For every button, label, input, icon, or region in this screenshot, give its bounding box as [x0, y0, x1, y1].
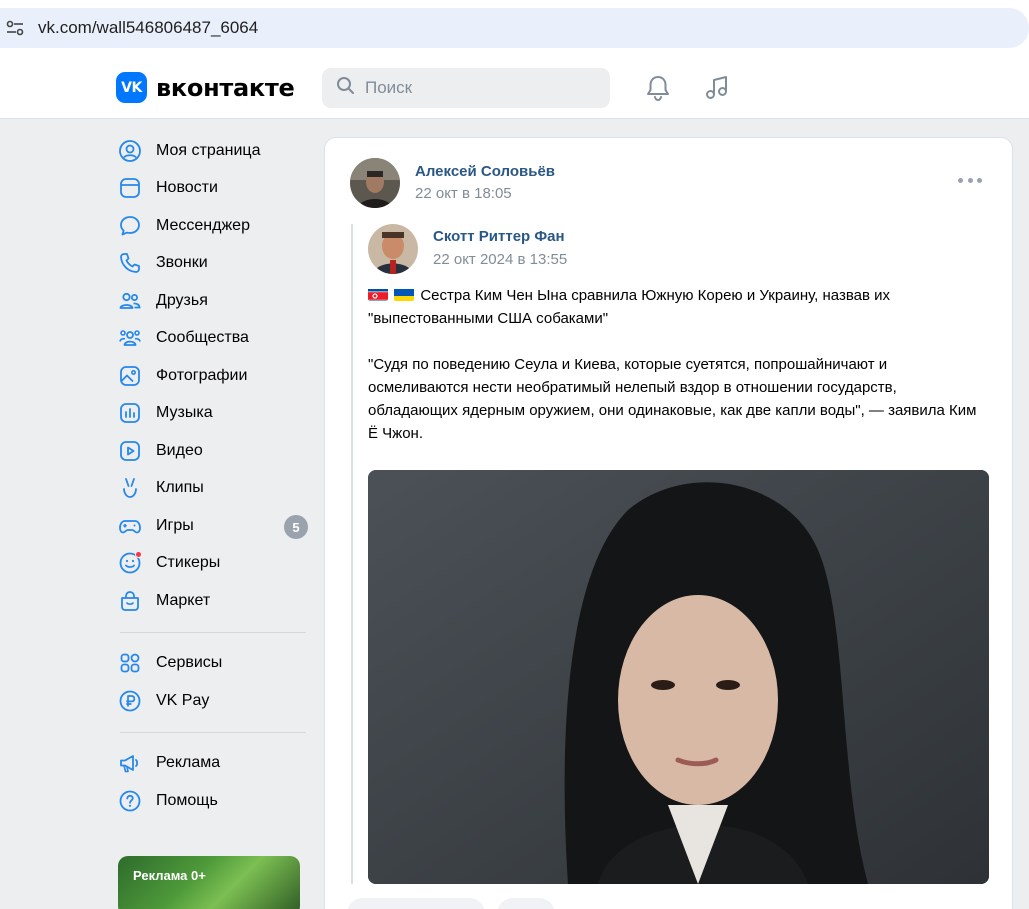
post-date[interactable]: 22 окт в 18:05: [415, 185, 512, 202]
ad-label: Реклама 0+: [133, 868, 206, 883]
repost-date[interactable]: 22 окт 2024 в 13:55: [433, 251, 567, 268]
search-box[interactable]: [322, 68, 610, 108]
comment-button[interactable]: [497, 898, 555, 909]
sidebar-item-market[interactable]: Маркет: [116, 582, 312, 620]
communities-icon: [118, 326, 142, 350]
sidebar-item-clips[interactable]: Клипы: [116, 470, 312, 508]
search-input[interactable]: [365, 78, 595, 98]
repost-indicator-line: [351, 224, 353, 884]
sidebar-item-label: Сообщества: [156, 329, 249, 347]
address-bar[interactable]: vk.com/wall546806487_6064: [0, 8, 1029, 48]
sidebar-item-label: Клипы: [156, 479, 204, 497]
ukraine-flag-icon: [394, 287, 415, 301]
sidebar-item-label: Звонки: [156, 254, 208, 272]
wall-post: Алексей Соловьёв 22 окт в 18:05 Скотт Ри…: [324, 137, 1013, 909]
sidebar-ad-card[interactable]: Реклама 0+: [118, 856, 300, 909]
repost-author-name[interactable]: Скотт Риттер Фан: [433, 228, 565, 245]
post-paragraph: Сестра Ким Чен Ына сравнила Южную Корею …: [368, 284, 978, 330]
sidebar-item-ads[interactable]: Реклама: [116, 745, 312, 783]
post-text-line: "Судя по поведению Сеула и Киева, которы…: [368, 356, 977, 442]
clips-icon: [118, 476, 142, 500]
sidebar-item-games[interactable]: Игры 5: [116, 507, 312, 545]
post-text: Сестра Ким Чен Ына сравнила Южную Корею …: [368, 284, 978, 468]
post-author-name[interactable]: Алексей Соловьёв: [415, 163, 555, 180]
sidebar-item-services[interactable]: Сервисы: [116, 645, 312, 683]
sidebar-item-video[interactable]: Видео: [116, 432, 312, 470]
author-avatar[interactable]: [350, 158, 400, 208]
services-grid-icon: [118, 651, 142, 675]
repost-author-avatar[interactable]: [368, 224, 418, 274]
sidebar-item-stickers[interactable]: Стикеры: [116, 545, 312, 583]
sidebar-item-music[interactable]: Музыка: [116, 395, 312, 433]
sidebar-item-label: Мессенджер: [156, 216, 250, 234]
friends-icon: [118, 289, 142, 313]
dot: [958, 177, 963, 183]
browser-toolbar: vk.com/wall546806487_6064: [0, 0, 1029, 57]
gamepad-icon: [118, 514, 142, 538]
post-more-button[interactable]: [958, 174, 982, 186]
sidebar-item-label: Реклама: [156, 754, 221, 772]
like-button[interactable]: [347, 898, 485, 909]
post-actions: [347, 898, 555, 909]
sidebar-item-label: Музыка: [156, 404, 213, 422]
music-note-icon[interactable]: [702, 73, 732, 103]
sidebar-divider: [120, 631, 306, 633]
sidebar-divider: [120, 731, 306, 733]
sidebar-item-label: Моя страница: [156, 141, 261, 159]
sidebar-item-label: Сервисы: [156, 654, 223, 672]
video-icon: [118, 439, 142, 463]
north-korea-flag-icon: [368, 287, 388, 301]
vk-logo-badge: VK: [116, 72, 147, 103]
sidebar-item-calls[interactable]: Звонки: [116, 245, 312, 283]
sidebar-item-my-page[interactable]: Моя страница: [116, 132, 312, 170]
vk-header: VK вконтакте: [0, 57, 1029, 119]
dot: [977, 177, 982, 183]
music-bars-icon: [118, 401, 142, 425]
user-circle-icon: [118, 139, 142, 163]
message-bubble-icon: [118, 214, 142, 238]
post-text-line: Сестра Ким Чен Ына сравнила Южную Корею …: [368, 287, 890, 327]
sidebar-item-label: Помощь: [156, 791, 218, 809]
newsfeed-icon: [118, 176, 142, 200]
sidebar-item-label: Друзья: [156, 291, 208, 309]
vk-logo[interactable]: VK вконтакте: [116, 72, 295, 103]
sidebar-item-label: Маркет: [156, 591, 211, 609]
url-text[interactable]: vk.com/wall546806487_6064: [38, 18, 258, 38]
post-paragraph: "Судя по поведению Сеула и Киева, которы…: [368, 353, 978, 445]
sidebar-item-label: Видео: [156, 441, 203, 459]
sidebar-item-label: Игры: [156, 516, 194, 534]
smile-icon: [118, 551, 142, 575]
games-count-badge: 5: [284, 515, 308, 539]
phone-icon: [118, 251, 142, 275]
sidebar-item-news[interactable]: Новости: [116, 170, 312, 208]
sidebar-item-label: Новости: [156, 179, 218, 197]
sidebar-item-communities[interactable]: Сообщества: [116, 320, 312, 358]
sidebar-item-label: Стикеры: [156, 554, 221, 572]
sidebar-item-photos[interactable]: Фотографии: [116, 357, 312, 395]
megaphone-icon: [118, 751, 142, 775]
dot: [967, 177, 973, 183]
help-icon: [118, 789, 142, 813]
sidebar-item-help[interactable]: Помощь: [116, 782, 312, 820]
sidebar-item-messenger[interactable]: Мессенджер: [116, 207, 312, 245]
sidebar-item-label: Фотографии: [156, 366, 248, 384]
left-sidebar: Моя страница Новости Мессенджер Звонки Д…: [116, 132, 312, 820]
sidebar-item-vk-pay[interactable]: VK Pay: [116, 682, 312, 720]
sidebar-item-label: VK Pay: [156, 691, 210, 709]
site-settings-icon[interactable]: [4, 17, 26, 39]
sidebar-item-friends[interactable]: Друзья: [116, 282, 312, 320]
ruble-icon: [118, 689, 142, 713]
bell-icon[interactable]: [643, 73, 673, 103]
post-photo[interactable]: [368, 470, 989, 884]
search-icon: [336, 76, 355, 100]
market-bag-icon: [118, 589, 142, 613]
photo-icon: [118, 364, 142, 388]
vk-logo-text: вконтакте: [156, 73, 295, 102]
